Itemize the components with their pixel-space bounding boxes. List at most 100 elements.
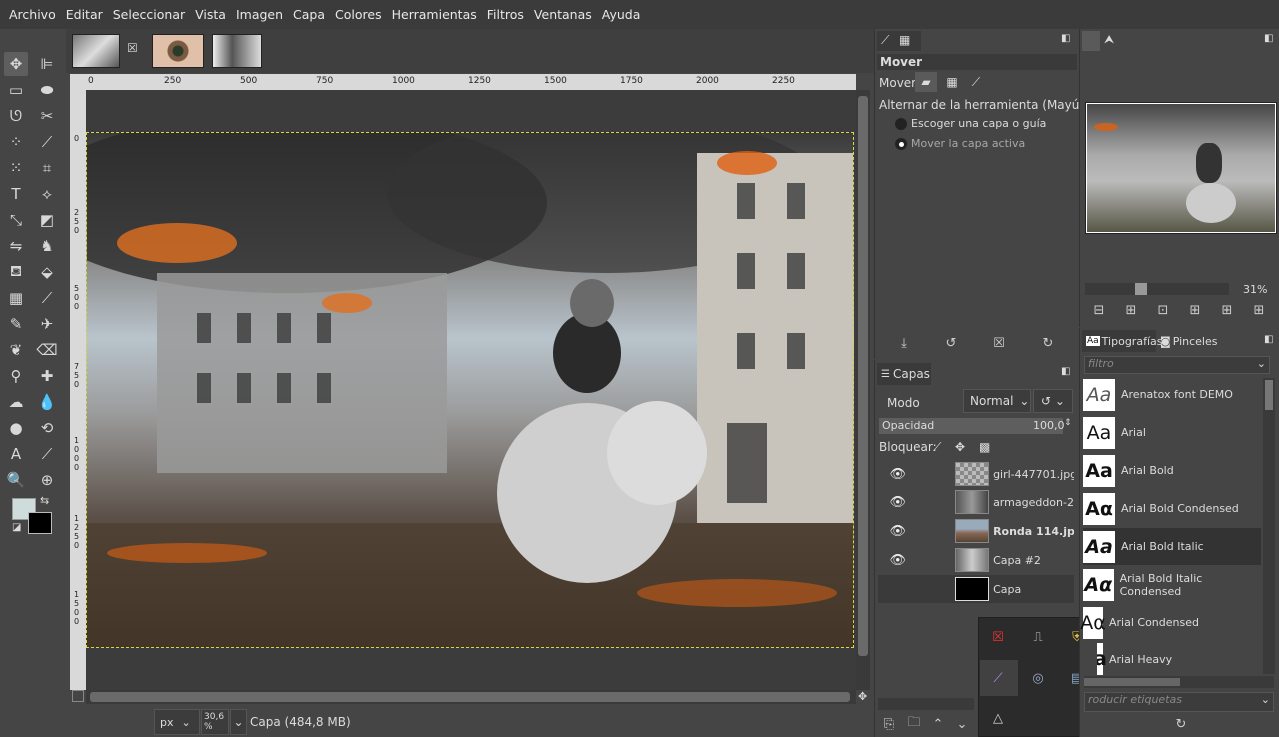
heal-tool-icon[interactable]: ✚	[35, 364, 59, 388]
font-list-hscroll-thumb[interactable]	[1084, 678, 1180, 686]
eraser-icon[interactable]: ⌫	[35, 338, 59, 362]
drive-icon[interactable]: △	[989, 709, 1007, 727]
font-item[interactable]: AaArial Heavy	[1097, 642, 1261, 676]
device-tab-icon[interactable]: ▦	[899, 33, 910, 47]
move-selection-mode-icon[interactable]: ▦	[941, 72, 963, 92]
scissors-select-icon[interactable]: ✂	[35, 104, 59, 128]
menu-vista[interactable]: Vista	[190, 7, 231, 22]
steam-icon[interactable]: ◎	[1029, 669, 1047, 687]
free-select-icon[interactable]: ᘎ	[4, 104, 28, 128]
crop-tool-icon[interactable]: ⌗	[35, 156, 59, 180]
raise-layer-icon[interactable]: ⌃	[929, 715, 947, 733]
gradient-tool-icon[interactable]: ▦	[4, 286, 28, 310]
cage-tool-icon[interactable]: ♞	[35, 234, 59, 258]
font-item[interactable]: Aa Arial Bold	[1083, 452, 1261, 489]
lock-alpha-icon[interactable]: ▩	[979, 440, 990, 454]
zoom-in-icon[interactable]: ⊞	[1122, 301, 1140, 319]
paths-tool-icon[interactable]: ⟲	[35, 416, 59, 440]
lock-pixels-icon[interactable]: ⟋	[933, 440, 941, 455]
zoom-1to1-icon[interactable]: ⊡	[1154, 301, 1172, 319]
menu-ventanas[interactable]: Ventanas	[529, 7, 597, 22]
layers-tab[interactable]: ☰ Capas	[877, 363, 931, 385]
foreground-select-icon[interactable]: ⁙	[4, 156, 28, 180]
font-item-selected[interactable]: Aa Arial Bold Italic	[1083, 528, 1261, 565]
blur-tool-icon[interactable]: 💧	[35, 390, 59, 414]
menu-editar[interactable]: Editar	[61, 7, 108, 22]
align-tool-icon[interactable]: ⊫	[35, 52, 59, 76]
tab-pinceles[interactable]: ◙ Pinceles	[1158, 330, 1228, 352]
pointer-tab-icon[interactable]: ⮝	[1104, 32, 1114, 47]
image-canvas[interactable]	[86, 132, 854, 648]
tag-input[interactable]: roducir etiquetas ⌄	[1084, 692, 1274, 712]
zoom-field[interactable]: 30,6 %	[201, 709, 229, 735]
radio-move-active[interactable]	[895, 138, 907, 150]
airbrush-icon[interactable]: ✈	[35, 312, 59, 336]
dock-menu-icon[interactable]: ◧	[1264, 33, 1273, 44]
tab-tipografias[interactable]: Aa Tipografías	[1082, 330, 1162, 352]
wand-icon[interactable]: ⟋	[35, 130, 59, 154]
eye-icon[interactable]: 👁	[878, 524, 917, 539]
zoom-slider[interactable]	[1085, 283, 1229, 295]
measure-tool-icon[interactable]: ⊕	[35, 468, 59, 492]
background-color[interactable]	[28, 512, 52, 534]
paint-fill-icon[interactable]: ⬙	[35, 260, 59, 284]
font-item[interactable]: Aa Arenatox font DEMO	[1083, 376, 1261, 413]
font-item[interactable]: Aα Arial Bold Italic Condensed	[1083, 566, 1261, 603]
dodge-burn-icon[interactable]: ●	[4, 416, 28, 440]
bucket-fill-icon[interactable]: ⛾	[4, 260, 28, 284]
shrink-wrap-icon[interactable]: ⊞	[1250, 301, 1268, 319]
layer-row[interactable]: 👁 Ronda 114.jpe	[878, 517, 1074, 545]
layer-row[interactable]: 👁 girl-447701.jpg |	[878, 460, 1074, 488]
move-path-mode-icon[interactable]: ⟋	[965, 72, 987, 92]
layers-hscroll[interactable]	[878, 698, 974, 710]
font-item[interactable]: Aα Arial Condensed	[1080, 604, 1261, 641]
zoom-fill-icon[interactable]: ⊞	[1218, 301, 1236, 319]
eye-icon[interactable]: 👁	[878, 467, 917, 482]
unit-select[interactable]: px ⌄	[154, 709, 200, 735]
layer-row[interactable]: 👁 Capa #2	[878, 546, 1074, 574]
rect-select-icon[interactable]: ▭	[4, 78, 28, 102]
vertical-scroll-thumb[interactable]	[858, 96, 868, 656]
smudge-icon[interactable]: ☁	[4, 390, 28, 414]
warp-tool-icon[interactable]: ⟡	[35, 182, 59, 206]
navigation-preview[interactable]	[1085, 102, 1277, 234]
vertical-scrollbar[interactable]	[856, 90, 870, 690]
move-tool-icon[interactable]: ✥	[4, 52, 28, 76]
feather-icon[interactable]: ⟋	[989, 669, 1007, 687]
zoom-dropdown-icon[interactable]: ⌄	[230, 709, 247, 735]
image-tab-1[interactable]	[72, 34, 120, 68]
zoom-tool-icon[interactable]: 🔍	[4, 468, 28, 492]
font-filter-input[interactable]: filtro ⌄	[1084, 356, 1270, 374]
paintbrush-icon[interactable]: ⟋	[35, 286, 59, 310]
shear-tool-icon[interactable]: ◩	[35, 208, 59, 232]
save-options-icon[interactable]: ⤓	[895, 334, 913, 352]
lock-position-icon[interactable]: ✥	[955, 440, 965, 454]
close-tab-icon[interactable]: ☒	[127, 41, 138, 55]
flip-tool-icon[interactable]: ⇋	[4, 234, 28, 258]
swap-colors-icon[interactable]: ⇆	[40, 494, 49, 507]
horizontal-scrollbar[interactable]	[86, 690, 856, 704]
colors-tab-icon[interactable]	[1082, 31, 1100, 51]
new-layer-icon[interactable]: ⎘	[880, 715, 898, 733]
delete-options-icon[interactable]: ☒	[990, 334, 1008, 352]
layer-row-selected[interactable]: 👁 Capa	[878, 575, 1074, 603]
menu-capa[interactable]: Capa	[288, 7, 330, 22]
zoom-slider-handle[interactable]	[1135, 283, 1147, 295]
dock-menu-icon[interactable]: ◧	[1061, 33, 1070, 44]
dock-menu-icon[interactable]: ◧	[1061, 366, 1070, 377]
navigation-viewport[interactable]	[1086, 103, 1276, 233]
menu-herramientas[interactable]: Herramientas	[387, 7, 482, 22]
menu-ayuda[interactable]: Ayuda	[597, 7, 646, 22]
mode-select[interactable]: Normal ⌄	[963, 389, 1031, 413]
eye-icon[interactable]: 👁	[878, 553, 917, 568]
color-picker-icon[interactable]: ⟋	[35, 442, 59, 466]
move-layer-mode-icon[interactable]: ▰	[915, 72, 937, 92]
ellipse-select-icon[interactable]: ⬬	[35, 78, 59, 102]
font-item[interactable]: Aα Arial Bold Condensed	[1083, 490, 1261, 527]
network-error-icon[interactable]: ☒	[989, 628, 1007, 646]
font-list-scrollbar[interactable]	[1263, 378, 1275, 674]
text-transform-icon[interactable]: T	[4, 182, 28, 206]
new-group-icon[interactable]: 🗀	[905, 715, 923, 733]
reset-options-icon[interactable]: ↻	[1039, 334, 1057, 352]
dock-menu-icon[interactable]: ◧	[1264, 334, 1273, 345]
